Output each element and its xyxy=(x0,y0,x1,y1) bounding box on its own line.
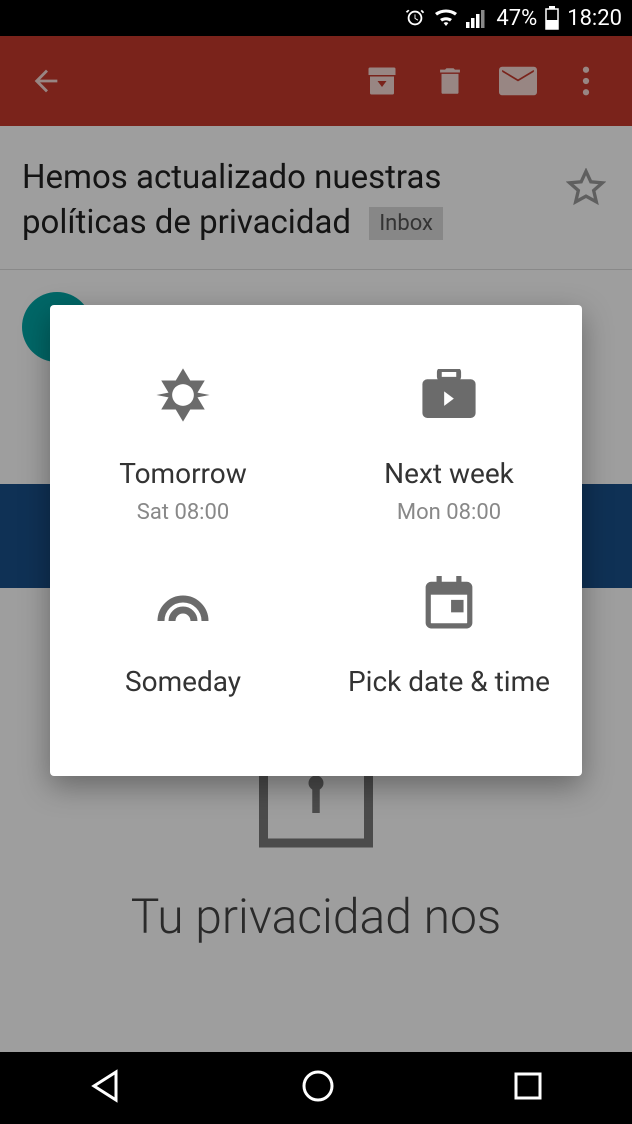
nav-home-button[interactable] xyxy=(300,1068,336,1108)
battery-icon xyxy=(545,6,559,30)
snooze-pick-title: Pick date & time xyxy=(348,665,550,698)
snooze-next-week-subtitle: Mon 08:00 xyxy=(397,500,501,525)
snooze-tomorrow[interactable]: Tomorrow Sat 08:00 xyxy=(50,345,316,553)
sun-icon xyxy=(154,363,212,427)
snooze-dialog: Tomorrow Sat 08:00 Next week Mon 08:00 S… xyxy=(50,305,582,776)
snooze-someday-title: Someday xyxy=(125,665,241,698)
snooze-pick-date[interactable]: Pick date & time xyxy=(316,553,582,726)
nav-back-button[interactable] xyxy=(88,1068,124,1108)
nav-recent-button[interactable] xyxy=(512,1070,544,1106)
snooze-next-week[interactable]: Next week Mon 08:00 xyxy=(316,345,582,553)
status-bar: 47% 18:20 xyxy=(0,0,632,36)
snooze-tomorrow-title: Tomorrow xyxy=(119,457,247,490)
alarm-icon xyxy=(404,7,426,29)
snooze-tomorrow-subtitle: Sat 08:00 xyxy=(137,500,229,525)
snooze-next-week-title: Next week xyxy=(384,457,514,490)
wifi-icon xyxy=(434,8,458,28)
snooze-someday[interactable]: Someday xyxy=(50,553,316,726)
signal-icon xyxy=(466,8,488,28)
calendar-icon xyxy=(424,571,474,635)
briefcase-icon xyxy=(420,363,478,427)
battery-percent: 47% xyxy=(496,6,537,31)
clock-time: 18:20 xyxy=(567,6,622,31)
android-nav-bar xyxy=(0,1052,632,1124)
rainbow-icon xyxy=(155,571,211,635)
